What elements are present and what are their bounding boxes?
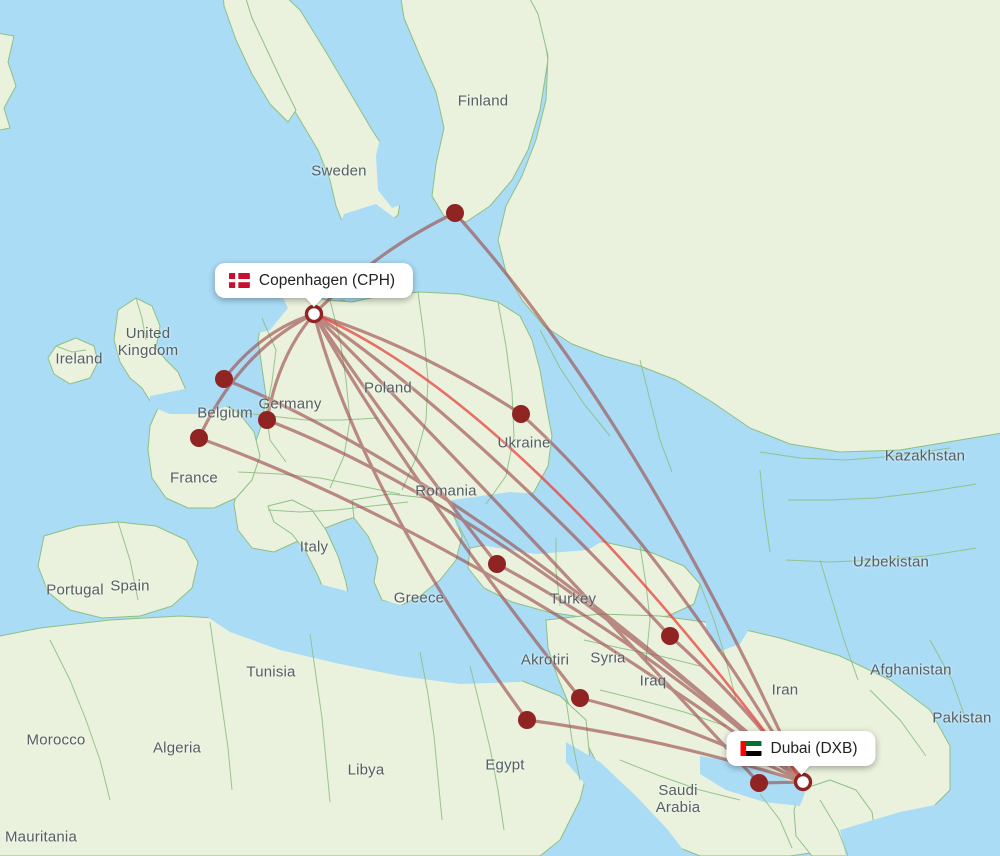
stopover-amsterdam	[215, 370, 233, 388]
stopover-istanbul	[488, 555, 506, 573]
land-iberia	[37, 521, 199, 619]
stopover-doha	[750, 774, 768, 792]
flag-uae-icon	[740, 741, 762, 756]
stopover-kyiv	[512, 405, 530, 423]
stopover-erbil	[661, 627, 679, 645]
airport-tooltip-label-dxb: Dubai (DXB)	[770, 740, 858, 757]
stopover-helsinki	[446, 204, 464, 222]
airport-tooltip-dubai[interactable]: Dubai (DXB)	[726, 731, 876, 766]
stopover-paris	[190, 429, 208, 447]
map-canvas	[0, 0, 1000, 856]
flight-route-map[interactable]: Finland Sweden Ireland United Kingdom Belgiu…	[0, 0, 1000, 856]
hub-marker-cph	[304, 304, 324, 324]
hub-marker-dxb	[793, 772, 813, 792]
flag-denmark-icon	[228, 273, 250, 288]
stopover-cairo	[518, 711, 536, 729]
airport-tooltip-label-cph: Copenhagen (CPH)	[258, 272, 396, 289]
stopover-frankfurt	[258, 411, 276, 429]
airport-tooltip-copenhagen[interactable]: Copenhagen (CPH)	[214, 263, 414, 298]
stopover-amman	[571, 689, 589, 707]
